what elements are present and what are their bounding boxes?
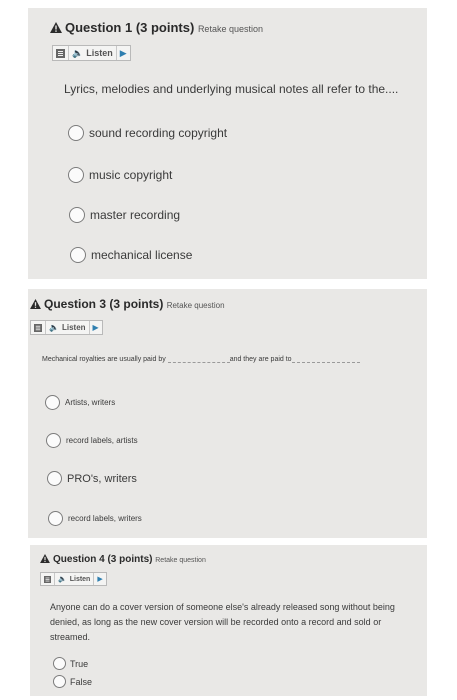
warning-icon (50, 21, 62, 36)
retake-question-link[interactable]: Retake question (155, 557, 206, 564)
option-label: Artists, writers (65, 398, 116, 407)
radio-button[interactable] (69, 207, 85, 223)
radio-button[interactable] (53, 675, 66, 688)
answer-option[interactable]: record labels, artists (46, 433, 138, 448)
radio-button[interactable] (70, 247, 86, 263)
question-1-header: Question 1 (3 points) Retake question (50, 20, 263, 36)
question-4-points: (3 points) (107, 554, 153, 565)
question-3-card: Question 3 (3 points) Retake question 🔈 L… (28, 289, 427, 538)
radio-button[interactable] (46, 433, 61, 448)
question-4-header: Question 4 (3 points) Retake question (40, 554, 206, 566)
question-1-card: Question 1 (3 points) Retake question 🔈 L… (28, 8, 427, 279)
question-3-header: Question 3 (3 points) Retake question (30, 297, 225, 312)
play-icon: ▶ (119, 47, 127, 58)
menu-icon[interactable] (53, 46, 68, 60)
listen-widget[interactable]: 🔈 Listen ▶ (52, 45, 131, 61)
radio-button[interactable] (45, 395, 60, 410)
play-button[interactable]: ▶ (117, 46, 130, 60)
radio-button[interactable] (68, 125, 84, 141)
warning-icon (30, 298, 41, 312)
menu-icon[interactable] (31, 321, 45, 334)
play-icon: ▶ (97, 576, 103, 583)
listen-button[interactable]: 🔈 Listen (45, 321, 90, 334)
speaker-icon: 🔈 (72, 47, 84, 58)
question-3-text-part2: and they are paid to (229, 356, 292, 363)
listen-button[interactable]: 🔈 Listen (68, 46, 117, 60)
speaker-icon: 🔈 (58, 576, 67, 583)
question-4-card: Question 4 (3 points) Retake question 🔈 L… (30, 545, 427, 696)
warning-icon (40, 554, 50, 566)
question-4-title: Question 4 (53, 554, 105, 565)
answer-option[interactable]: Artists, writers (45, 395, 115, 410)
radio-button[interactable] (68, 167, 84, 183)
option-label: record labels, artists (66, 436, 138, 445)
option-label: mechanical license (91, 248, 193, 262)
answer-blank (167, 362, 230, 363)
question-1-points: (3 points) (135, 20, 195, 35)
option-label: music copyright (89, 168, 173, 182)
listen-widget[interactable]: 🔈 Listen ▶ (40, 572, 107, 586)
answer-option[interactable]: True (53, 657, 88, 670)
play-icon: ▶ (92, 323, 99, 332)
answer-option[interactable]: master recording (69, 207, 180, 223)
listen-label: Listen (69, 575, 91, 583)
retake-question-link[interactable]: Retake question (198, 24, 263, 34)
question-3-points: (3 points) (109, 297, 164, 311)
question-1-title: Question 1 (65, 20, 133, 35)
answer-option[interactable]: mechanical license (70, 247, 192, 263)
option-label: False (70, 676, 93, 687)
option-label: PRO's, writers (67, 472, 137, 485)
option-label: sound recording copyright (89, 126, 228, 140)
radio-button[interactable] (47, 471, 62, 486)
option-label: True (70, 658, 89, 669)
option-label: master recording (90, 208, 181, 222)
question-4-text: Anyone can do a cover version of someone… (50, 602, 395, 642)
answer-option[interactable]: music copyright (68, 167, 172, 183)
play-button[interactable]: ▶ (94, 573, 105, 585)
question-1-text: Lyrics, melodies and underlying musical … (64, 82, 399, 96)
speaker-icon: 🔈 (49, 323, 59, 332)
menu-icon[interactable] (41, 573, 54, 585)
answer-option[interactable]: False (53, 675, 92, 688)
answer-option[interactable]: PRO's, writers (47, 471, 137, 486)
question-3-text-part1: Mechanical royalties are usually paid by (42, 356, 166, 363)
answer-blank (291, 362, 360, 363)
option-label: record labels, writers (68, 514, 142, 523)
listen-button[interactable]: 🔈 Listen (54, 573, 95, 585)
listen-label: Listen (61, 323, 86, 332)
question-3-title: Question 3 (44, 297, 107, 311)
listen-widget[interactable]: 🔈 Listen ▶ (30, 320, 103, 335)
retake-question-link[interactable]: Retake question (167, 301, 225, 310)
listen-label: Listen (86, 48, 113, 58)
answer-option[interactable]: sound recording copyright (68, 125, 227, 141)
radio-button[interactable] (53, 657, 66, 670)
answer-option[interactable]: record labels, writers (48, 511, 142, 526)
question-3-text: Mechanical royalties are usually paid by… (42, 356, 360, 363)
radio-button[interactable] (48, 511, 63, 526)
play-button[interactable]: ▶ (90, 321, 102, 334)
